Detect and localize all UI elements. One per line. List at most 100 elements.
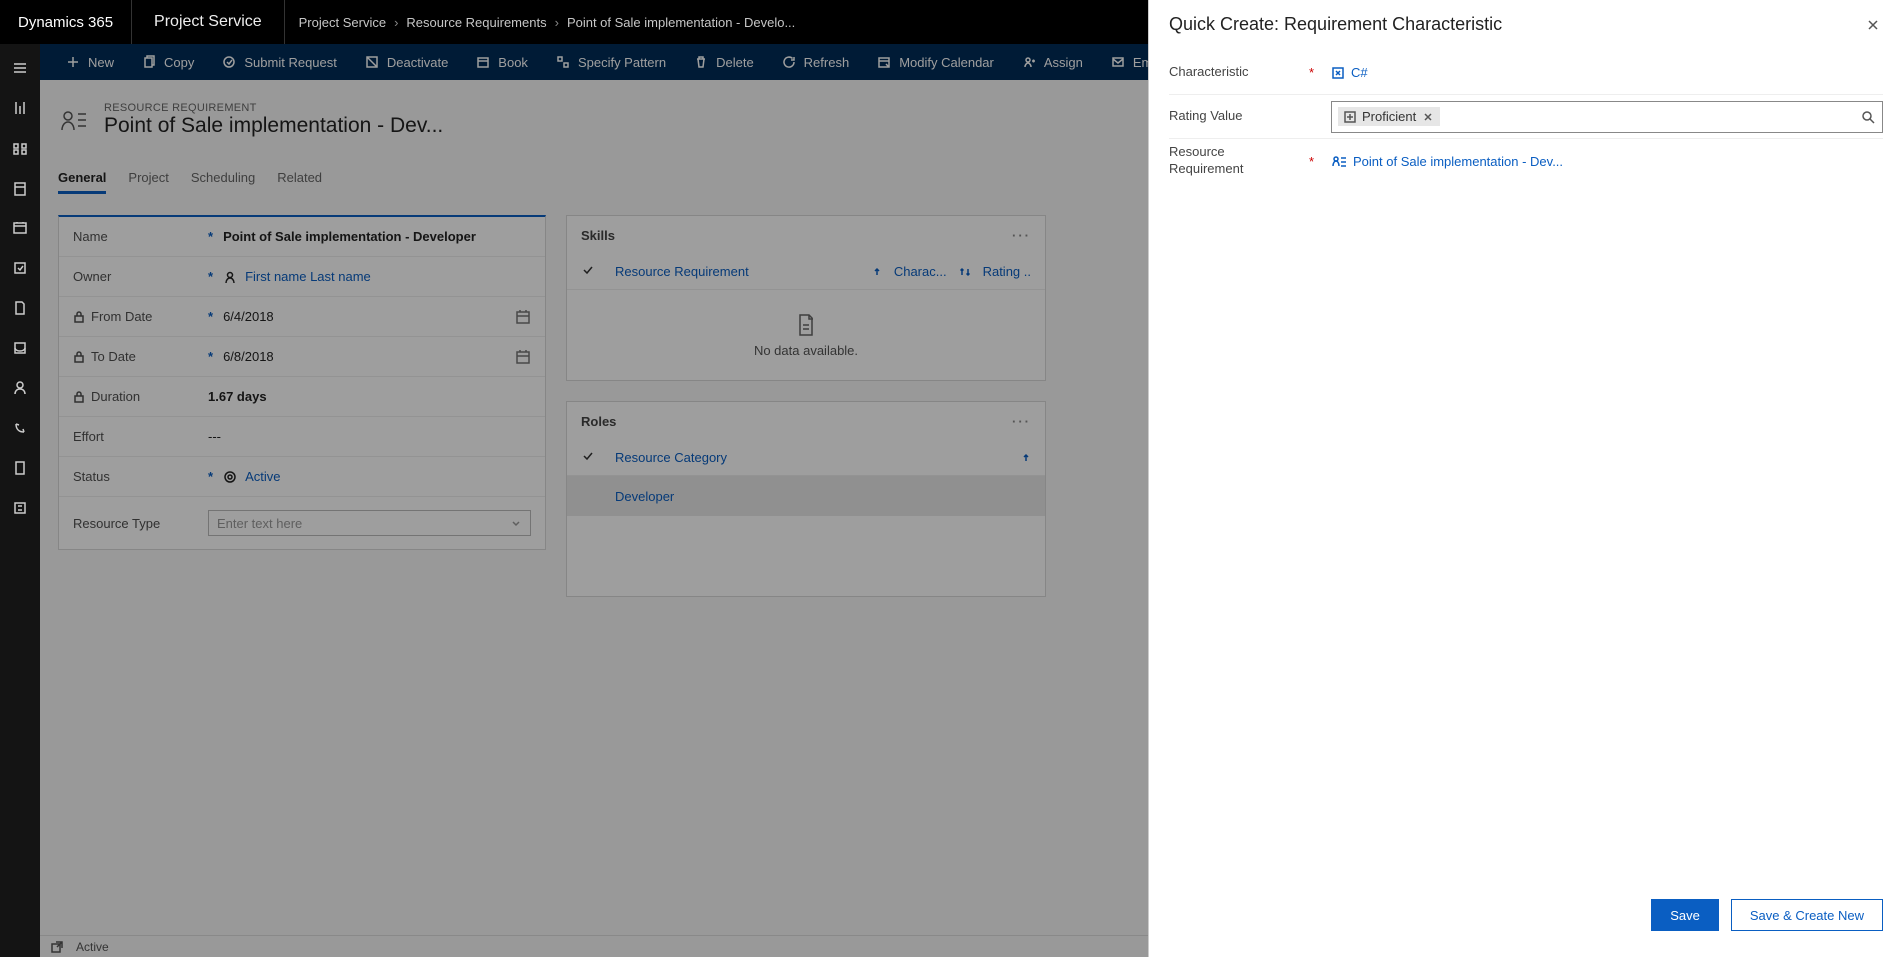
deactivate-button[interactable]: Deactivate bbox=[351, 44, 462, 80]
resource-type-placeholder: Enter text here bbox=[217, 516, 302, 531]
table-row[interactable]: Developer bbox=[567, 476, 1045, 516]
to-date-label: To Date bbox=[91, 349, 136, 364]
breadcrumb: Project Service› Resource Requirements› … bbox=[285, 0, 810, 44]
resource-type-select[interactable]: Enter text here bbox=[208, 510, 531, 536]
lock-icon bbox=[73, 391, 85, 403]
brand[interactable]: Dynamics 365 bbox=[0, 0, 132, 44]
rail-item-7[interactable] bbox=[0, 328, 40, 368]
no-data-text: No data available. bbox=[754, 343, 858, 358]
tab-scheduling[interactable]: Scheduling bbox=[191, 164, 255, 194]
copy-label: Copy bbox=[164, 55, 194, 70]
rating-label: Rating Value bbox=[1169, 108, 1299, 125]
effort-label: Effort bbox=[73, 429, 104, 444]
rail-item-10[interactable] bbox=[0, 448, 40, 488]
menu-toggle-button[interactable] bbox=[0, 48, 40, 88]
assign-label: Assign bbox=[1044, 55, 1083, 70]
name-label: Name bbox=[73, 229, 108, 244]
rail-item-3[interactable] bbox=[0, 168, 40, 208]
effort-value[interactable]: --- bbox=[208, 429, 221, 444]
name-value[interactable]: Point of Sale implementation - Developer bbox=[223, 229, 476, 244]
select-all-icon[interactable] bbox=[581, 449, 603, 466]
delete-label: Delete bbox=[716, 55, 754, 70]
status-text: Active bbox=[76, 940, 109, 954]
col-resource-req[interactable]: Resource Requirement bbox=[615, 264, 860, 279]
module-name[interactable]: Project Service bbox=[132, 0, 285, 44]
skills-title: Skills bbox=[581, 228, 615, 243]
required-marker: * bbox=[1309, 65, 1321, 80]
crumb-1[interactable]: Resource Requirements bbox=[406, 15, 546, 30]
col-resource-category[interactable]: Resource Category bbox=[615, 450, 1009, 465]
close-button[interactable] bbox=[1863, 15, 1883, 35]
quick-create-panel: Quick Create: Requirement Characteristic… bbox=[1148, 0, 1903, 957]
sort-updown-icon[interactable] bbox=[959, 267, 971, 277]
resource-req-label: Resource Requirement bbox=[1169, 144, 1299, 178]
skills-card: Skills ··· Resource Requirement Charac...… bbox=[566, 215, 1046, 381]
rating-input[interactable]: Proficient bbox=[1331, 101, 1883, 133]
delete-button[interactable]: Delete bbox=[680, 44, 768, 80]
rail-item-5[interactable] bbox=[0, 248, 40, 288]
book-button[interactable]: Book bbox=[462, 44, 542, 80]
refresh-button[interactable]: Refresh bbox=[768, 44, 864, 80]
rail-item-9[interactable] bbox=[0, 408, 40, 448]
pattern-label: Specify Pattern bbox=[578, 55, 666, 70]
specify-pattern-button[interactable]: Specify Pattern bbox=[542, 44, 680, 80]
page-eyebrow: RESOURCE REQUIREMENT bbox=[104, 102, 443, 114]
deactivate-label: Deactivate bbox=[387, 55, 448, 70]
submit-request-button[interactable]: Submit Request bbox=[208, 44, 351, 80]
calendar-icon[interactable] bbox=[515, 349, 531, 365]
rating-pill[interactable]: Proficient bbox=[1338, 107, 1440, 126]
col-characteristic[interactable]: Charac... bbox=[894, 264, 947, 279]
calendar-icon[interactable] bbox=[515, 309, 531, 325]
characteristic-value[interactable]: C# bbox=[1351, 65, 1368, 80]
select-all-icon[interactable] bbox=[581, 263, 603, 280]
tab-project[interactable]: Project bbox=[128, 164, 168, 194]
resource-req-icon bbox=[1331, 154, 1347, 168]
rating-value: Proficient bbox=[1362, 109, 1416, 124]
rail-item-6[interactable] bbox=[0, 288, 40, 328]
modify-calendar-button[interactable]: Modify Calendar bbox=[863, 44, 1008, 80]
required-dot: * bbox=[208, 269, 213, 284]
sort-up-icon[interactable] bbox=[1021, 453, 1031, 463]
refresh-label: Refresh bbox=[804, 55, 850, 70]
owner-value[interactable]: First name Last name bbox=[245, 269, 371, 284]
save-button[interactable]: Save bbox=[1651, 899, 1719, 931]
tag-icon bbox=[1331, 66, 1345, 80]
save-create-new-button[interactable]: Save & Create New bbox=[1731, 899, 1883, 931]
rail-item-11[interactable] bbox=[0, 488, 40, 528]
role-value[interactable]: Developer bbox=[615, 489, 674, 504]
lock-icon bbox=[73, 311, 85, 323]
rail-item-1[interactable] bbox=[0, 88, 40, 128]
required-dot: * bbox=[208, 229, 213, 244]
status-value[interactable]: Active bbox=[245, 469, 280, 484]
to-date-value[interactable]: 6/8/2018 bbox=[223, 349, 274, 364]
resource-type-label: Resource Type bbox=[73, 516, 160, 531]
required-dot: * bbox=[208, 309, 213, 324]
rail-item-4[interactable] bbox=[0, 208, 40, 248]
crumb-2[interactable]: Point of Sale implementation - Develo... bbox=[567, 15, 795, 30]
search-icon[interactable] bbox=[1860, 109, 1876, 125]
more-icon[interactable]: ··· bbox=[1012, 414, 1031, 429]
document-icon bbox=[796, 313, 816, 337]
remove-icon[interactable] bbox=[1422, 111, 1434, 123]
resource-requirement-icon bbox=[58, 104, 90, 136]
rail-item-8[interactable] bbox=[0, 368, 40, 408]
quick-create-title: Quick Create: Requirement Characteristic bbox=[1169, 14, 1502, 35]
new-button[interactable]: New bbox=[52, 44, 128, 80]
crumb-0[interactable]: Project Service bbox=[299, 15, 386, 30]
rail-item-2[interactable] bbox=[0, 128, 40, 168]
sort-up-icon[interactable] bbox=[872, 267, 882, 277]
from-date-value[interactable]: 6/4/2018 bbox=[223, 309, 274, 324]
person-icon bbox=[223, 270, 237, 284]
chevron-right-icon: › bbox=[555, 15, 559, 30]
popout-icon[interactable] bbox=[50, 940, 64, 954]
tab-general[interactable]: General bbox=[58, 164, 106, 194]
status-icon bbox=[223, 470, 237, 484]
submit-label: Submit Request bbox=[244, 55, 337, 70]
assign-button[interactable]: Assign bbox=[1008, 44, 1097, 80]
resource-req-value[interactable]: Point of Sale implementation - Dev... bbox=[1353, 154, 1563, 169]
copy-button[interactable]: Copy bbox=[128, 44, 208, 80]
more-icon[interactable]: ··· bbox=[1012, 228, 1031, 243]
tab-related[interactable]: Related bbox=[277, 164, 322, 194]
col-rating[interactable]: Rating .. bbox=[983, 264, 1031, 279]
no-data: No data available. bbox=[567, 290, 1045, 380]
